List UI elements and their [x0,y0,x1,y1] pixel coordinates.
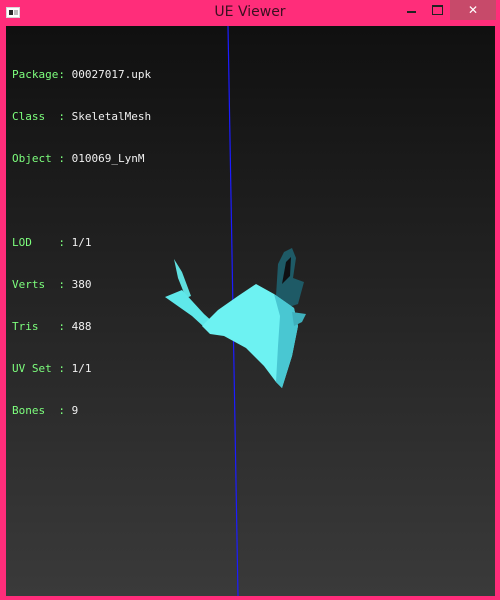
close-icon: ✕ [467,3,479,17]
info-object: Object : 010069_LynM [12,152,145,165]
info-tris: Tris : 488 [12,320,92,333]
info-package: Package: 00027017.upk [12,68,152,81]
3d-viewport[interactable]: Package: 00027017.upk Class : SkeletalMe… [6,26,495,596]
info-verts: Verts : 380 [12,278,92,291]
info-uvset: UV Set : 1/1 [12,362,92,375]
minimize-button[interactable] [398,0,424,20]
info-class: Class : SkeletalMesh [12,110,152,123]
mesh-info-panel: Package: 00027017.upk Class : SkeletalMe… [12,40,151,446]
close-button[interactable]: ✕ [450,0,496,20]
app-window: UE Viewer ✕ Package: 00027017.upk Class … [0,0,500,600]
info-spacer [12,194,151,208]
info-lod: LOD : 1/1 [12,236,92,249]
maximize-button[interactable] [424,0,450,20]
info-bones: Bones : 9 [12,404,79,417]
title-bar[interactable]: UE Viewer ✕ [0,0,500,26]
maximize-icon [431,5,443,15]
minimize-icon [406,11,416,13]
mesh-right-flap [292,312,306,326]
